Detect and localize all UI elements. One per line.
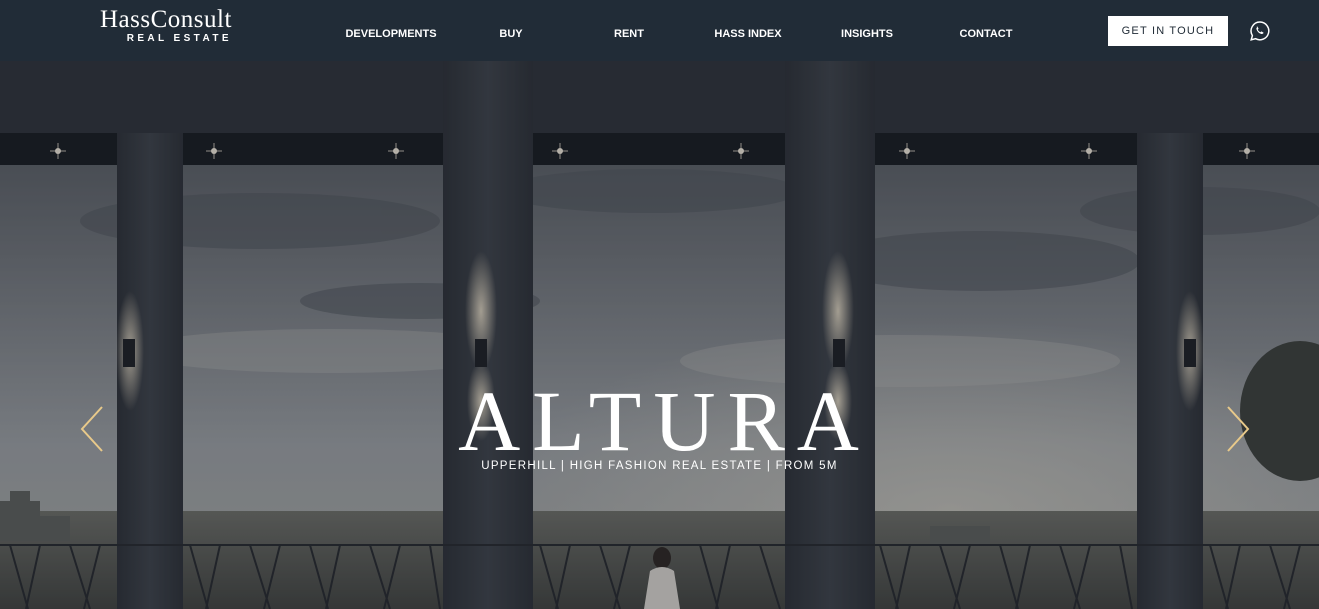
nav-hass-index[interactable]: HASS INDEX [714, 28, 781, 40]
hero-subtitle: UPPERHILL | HIGH FASHION REAL ESTATE | F… [481, 460, 838, 472]
nav-developments[interactable]: DEVELOPMENTS [345, 28, 436, 40]
chevron-right-icon[interactable] [1225, 405, 1251, 453]
nav-contact[interactable]: CONTACT [960, 28, 1013, 40]
nav-insights[interactable]: INSIGHTS [841, 28, 893, 40]
logo-sub-text: REAL ESTATE [126, 33, 232, 44]
nav-buy[interactable]: BUY [499, 28, 522, 40]
hero-background-image [0, 61, 1319, 609]
site-header: HassConsult REAL ESTATE DEVELOPMENTS BUY… [0, 0, 1319, 61]
whatsapp-icon[interactable] [1249, 20, 1271, 42]
hero-slider: ALTURA UPPERHILL | HIGH FASHION REAL EST… [0, 61, 1319, 609]
hero-title: ALTURA [458, 373, 871, 469]
logo-main-text: HassConsult [100, 6, 232, 33]
nav-rent[interactable]: RENT [614, 28, 644, 40]
get-in-touch-button[interactable]: GET IN TOUCH [1108, 16, 1228, 46]
chevron-left-icon[interactable] [79, 405, 105, 453]
logo[interactable]: HassConsult REAL ESTATE [100, 6, 232, 45]
